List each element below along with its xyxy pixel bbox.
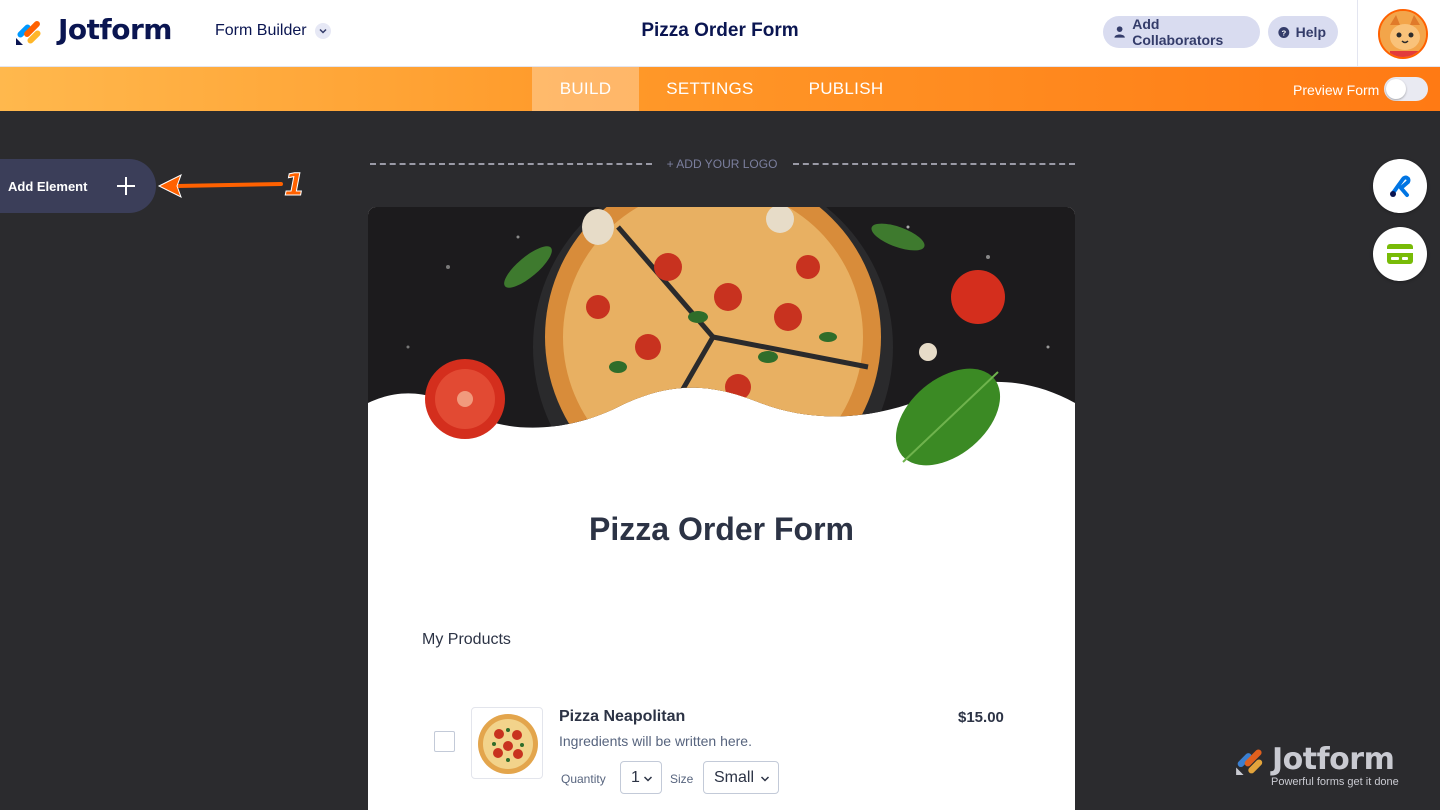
product-checkbox[interactable] (434, 731, 455, 752)
product-description: Ingredients will be written here. (559, 733, 752, 749)
quantity-select[interactable]: 1 (620, 761, 662, 794)
form-card: Pizza Order Form My Products Pizza Neapo… (368, 207, 1075, 810)
annotation-number: 1 (284, 168, 306, 204)
tab-build[interactable]: BUILD (532, 67, 639, 111)
chevron-down-icon (760, 776, 770, 782)
preview-form-label: Preview Form (1293, 82, 1380, 98)
jotform-logo[interactable]: Jotform (14, 13, 172, 46)
form-designer-button[interactable] (1373, 159, 1427, 213)
chevron-down-icon (643, 776, 653, 782)
header-divider (1357, 0, 1358, 67)
products-section-label[interactable]: My Products (422, 631, 511, 649)
builder-nav: BUILD SETTINGS PUBLISH Preview Form (0, 67, 1440, 111)
quantity-value: 1 (631, 768, 640, 786)
tab-settings[interactable]: SETTINGS (650, 67, 770, 111)
logo-divider-left (370, 163, 652, 165)
chevron-down-icon (314, 23, 331, 39)
jotform-watermark: Jotform Powerful forms get it done (1234, 742, 1414, 792)
payment-settings-button[interactable] (1373, 227, 1427, 281)
pizza-header-image[interactable] (368, 207, 1075, 487)
jotform-watermark-icon (1236, 749, 1263, 775)
help-label: Help (1295, 24, 1326, 40)
watermark-tagline: Powerful forms get it done (1271, 776, 1399, 788)
add-collaborators-button[interactable]: Add Collaborators (1103, 16, 1260, 48)
product-price: $15.00 (958, 709, 1004, 726)
preview-form-toggle[interactable] (1384, 77, 1428, 101)
payment-card-icon (1387, 244, 1413, 264)
add-your-logo-link[interactable]: + ADD YOUR LOGO (658, 157, 786, 171)
brand-name: Jotform (58, 13, 172, 46)
product-thumbnail (471, 707, 543, 779)
quantity-label: Quantity (561, 772, 606, 786)
svg-text:?: ? (1281, 28, 1286, 37)
question-icon: ? (1278, 26, 1290, 38)
form-title-text[interactable]: Pizza Order Form (641, 20, 798, 41)
plus-icon (117, 177, 135, 195)
help-button[interactable]: ? Help (1268, 16, 1338, 48)
logo-divider-right (793, 163, 1075, 165)
size-value: Small (714, 768, 755, 786)
form-builder-menu[interactable]: Form Builder (215, 22, 331, 40)
size-label: Size (670, 772, 694, 786)
avatar[interactable] (1378, 9, 1428, 59)
form-builder-label: Form Builder (215, 22, 307, 39)
form-title[interactable]: Pizza Order Form (368, 511, 1075, 548)
watermark-brand: Jotform (1272, 742, 1395, 777)
toggle-knob (1386, 79, 1406, 99)
user-icon (1114, 26, 1125, 38)
add-element-label: Add Element (8, 178, 88, 194)
paint-roller-icon (1390, 175, 1411, 197)
top-bar: Jotform Form Builder Pizza Order Form Ad… (0, 0, 1440, 67)
add-element-button[interactable]: Add Element (0, 159, 156, 213)
tab-publish[interactable]: PUBLISH (795, 67, 897, 111)
annotation-arrow-icon (157, 173, 283, 199)
product-name: Pizza Neapolitan (559, 708, 686, 725)
jotform-logo-icon (14, 14, 46, 46)
add-collaborators-label: Add Collaborators (1132, 16, 1224, 48)
product-item: Pizza Neapolitan Ingredients will be wri… (434, 707, 1014, 802)
size-select[interactable]: Small (703, 761, 779, 794)
